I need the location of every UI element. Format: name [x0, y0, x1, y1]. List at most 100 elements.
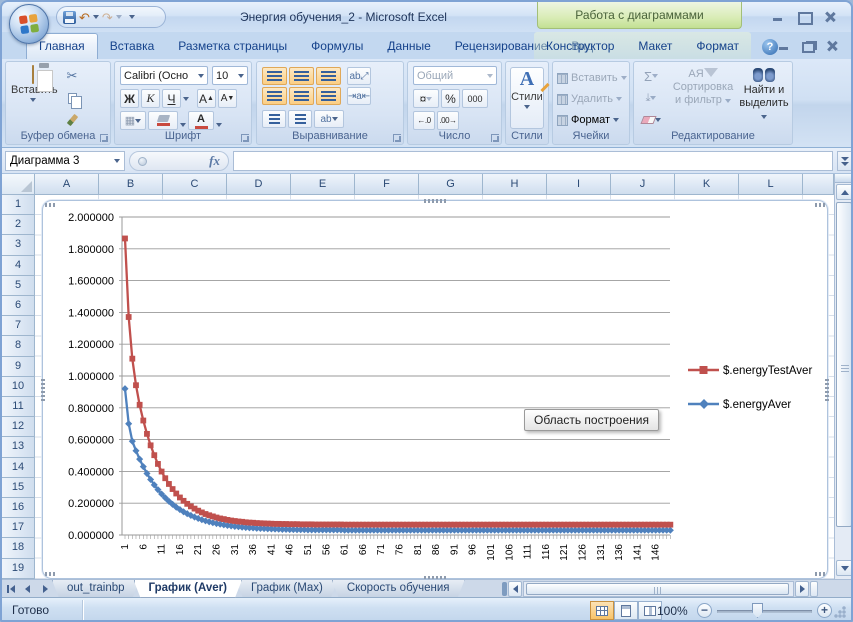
chart-handle-topleft[interactable] — [45, 203, 55, 207]
x-axis-label[interactable]: 116 — [541, 544, 552, 560]
marker[interactable] — [166, 481, 172, 487]
comma-style-button[interactable]: 000 — [462, 89, 488, 108]
x-axis-label[interactable]: 126 — [578, 544, 589, 561]
align-middle-button[interactable] — [289, 67, 314, 85]
tab-Формулы[interactable]: Формулы — [299, 34, 375, 59]
wrap-text-button[interactable]: ab — [314, 110, 344, 128]
y-axis-label[interactable]: 0.800000 — [68, 403, 114, 415]
copy-button[interactable] — [60, 89, 84, 109]
align-left-button[interactable] — [262, 87, 287, 105]
name-box[interactable]: Диаграмма 3 — [5, 151, 125, 171]
row-header-6[interactable]: 6 — [2, 296, 35, 317]
fill-button[interactable]: ⤓ — [639, 89, 663, 107]
x-axis-label[interactable]: 56 — [321, 544, 332, 556]
chart[interactable]: 2.000000 1.800000 1.600000 1.400000 1.200000… — [43, 201, 827, 578]
font-color-dropdown-icon[interactable] — [216, 122, 222, 127]
column-header-K[interactable]: K — [675, 174, 739, 195]
decrease-decimal-button[interactable]: .00→ — [437, 111, 459, 130]
marker[interactable] — [129, 355, 136, 362]
tab-Макет[interactable]: Макет — [626, 34, 684, 59]
zoom-track[interactable] — [717, 610, 812, 613]
column-header-B[interactable]: B — [99, 174, 163, 195]
x-axis-label[interactable]: 146 — [651, 544, 662, 561]
fill-color-button[interactable] — [148, 111, 178, 130]
legend-label[interactable]: $.energyTestAver — [723, 365, 812, 377]
y-axis-label[interactable]: 0.000000 — [68, 530, 114, 542]
borders-button[interactable]: ▦ — [120, 111, 146, 130]
orientation-button[interactable]: ab⤢ — [347, 67, 371, 85]
legend-marker[interactable] — [699, 399, 709, 409]
select-all-button[interactable] — [2, 174, 35, 195]
marker[interactable] — [132, 447, 140, 455]
marker[interactable] — [125, 420, 133, 428]
autosum-button[interactable]: Σ — [639, 67, 663, 85]
tab-split-handle[interactable] — [502, 582, 507, 596]
clipboard-dialog-launcher[interactable] — [100, 134, 108, 142]
column-header-C[interactable]: C — [163, 174, 227, 195]
x-axis-label[interactable]: 101 — [486, 544, 497, 561]
name-box-dropdown-icon[interactable] — [114, 159, 120, 163]
column-header-H[interactable]: H — [483, 174, 547, 195]
font-dialog-launcher[interactable] — [241, 134, 249, 142]
x-axis-label[interactable]: 81 — [413, 544, 424, 556]
horizontal-split-box[interactable] — [810, 581, 818, 597]
format-cells-button[interactable]: Формат — [557, 110, 620, 130]
row-header-1[interactable]: 1 — [2, 195, 35, 216]
x-axis-label[interactable]: 11 — [157, 544, 168, 555]
chart-handle-bottomright[interactable] — [815, 572, 825, 576]
marker[interactable] — [667, 521, 674, 528]
marker[interactable] — [140, 417, 147, 424]
row-header-11[interactable]: 11 — [2, 397, 35, 418]
increase-decimal-button[interactable]: ←.0 — [413, 111, 435, 130]
fill-color-dropdown-icon[interactable] — [180, 122, 186, 127]
insert-function-button[interactable]: fx — [129, 151, 229, 171]
align-right-button[interactable] — [316, 87, 341, 105]
undo-dropdown-icon[interactable] — [92, 15, 99, 19]
legend-label[interactable]: $.energyAver — [723, 399, 791, 411]
chart-handle-bottomleft[interactable] — [45, 572, 55, 576]
y-axis-label[interactable]: 1.200000 — [68, 339, 114, 351]
x-axis-label[interactable]: 66 — [358, 544, 369, 556]
marker[interactable] — [144, 430, 150, 437]
row-header-15[interactable]: 15 — [2, 477, 35, 498]
vertical-split-box[interactable] — [835, 174, 851, 183]
x-axis-label[interactable]: 106 — [504, 544, 515, 561]
cut-button[interactable]: ✂ — [60, 67, 84, 85]
close-icon[interactable] — [823, 11, 837, 23]
redo-icon[interactable]: ↷ — [102, 11, 113, 24]
marker[interactable] — [128, 437, 136, 445]
grow-font-button[interactable]: А ▲ — [197, 89, 216, 108]
series-line-$.energyTestAver[interactable] — [123, 238, 671, 526]
column-header-E[interactable]: E — [291, 174, 355, 195]
x-axis-label[interactable]: 96 — [468, 544, 479, 556]
marker[interactable] — [121, 385, 129, 393]
marker[interactable] — [666, 526, 674, 534]
align-center-button[interactable] — [289, 87, 314, 105]
marker[interactable] — [133, 382, 139, 389]
row-header-18[interactable]: 18 — [2, 538, 35, 559]
qat-customize-icon[interactable] — [128, 15, 135, 19]
underline-dropdown-icon[interactable] — [183, 97, 189, 101]
zoom-in-button[interactable]: + — [817, 603, 832, 618]
sheet-tab-out_trainbp[interactable]: out_trainbp — [52, 580, 140, 598]
x-axis-label[interactable]: 41 — [266, 544, 277, 556]
y-axis-label[interactable]: 1.600000 — [68, 276, 114, 288]
x-axis-label[interactable]: 76 — [395, 544, 406, 556]
percent-button[interactable]: % — [441, 89, 460, 108]
column-header-I[interactable]: I — [547, 174, 611, 195]
accounting-format-button[interactable]: ¤ — [413, 89, 439, 108]
horizontal-scrollbar[interactable] — [523, 581, 794, 597]
y-axis-label[interactable]: 1.000000 — [68, 371, 114, 383]
maximize-icon[interactable] — [797, 11, 813, 25]
shrink-font-button[interactable]: А ▼ — [218, 89, 237, 108]
x-axis-label[interactable]: 21 — [193, 544, 204, 556]
marker[interactable] — [158, 468, 165, 475]
x-axis-label[interactable]: 36 — [248, 544, 259, 556]
row-header-12[interactable]: 12 — [2, 417, 35, 438]
row-header-19[interactable]: 19 — [2, 558, 35, 579]
workbook-restore-icon[interactable] — [801, 40, 815, 53]
save-icon[interactable] — [63, 10, 76, 24]
x-axis-label[interactable]: 91 — [449, 544, 460, 556]
chart-handle-right[interactable] — [825, 379, 829, 401]
marker[interactable] — [136, 455, 144, 463]
